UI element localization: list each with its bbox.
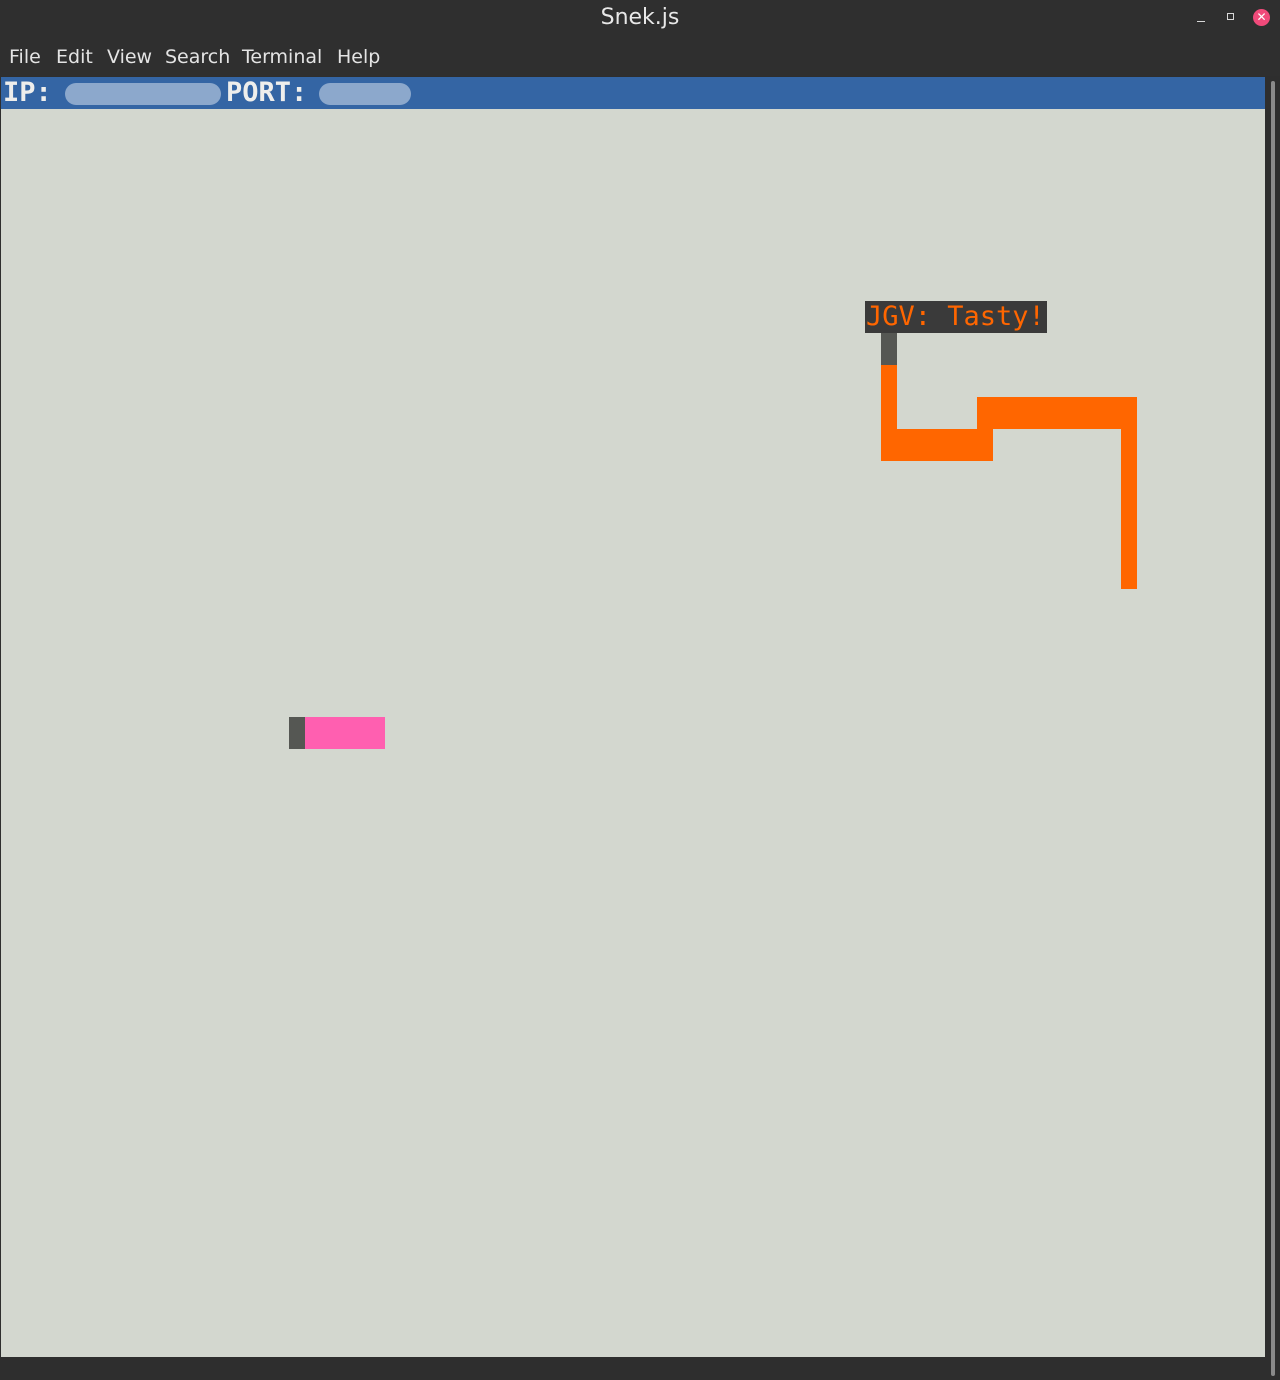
menu-search[interactable]: Search	[165, 46, 230, 68]
orange-snake-segment	[1121, 429, 1137, 589]
menu-terminal[interactable]: Terminal	[242, 46, 322, 68]
maximize-icon	[1227, 13, 1234, 20]
terminal-window: Snek.js ✕ File Edit View Search Terminal…	[0, 0, 1280, 1380]
vertical-scrollbar[interactable]	[1266, 77, 1280, 1380]
minimize-button[interactable]	[1191, 8, 1211, 28]
title-bar[interactable]: Snek.js ✕	[0, 0, 1280, 40]
pink-snake-head	[289, 717, 305, 749]
menu-help[interactable]: Help	[337, 46, 380, 68]
menu-view[interactable]: View	[107, 46, 152, 68]
connection-status-bar: IP: PORT:	[1, 77, 1265, 109]
close-icon: ✕	[1253, 9, 1270, 26]
menu-file[interactable]: File	[9, 46, 41, 68]
port-label: PORT:	[226, 77, 308, 108]
orange-snake-segment	[897, 429, 993, 461]
orange-snake-head	[881, 333, 897, 365]
window-bottom-border	[0, 1357, 1266, 1380]
window-title: Snek.js	[600, 5, 680, 30]
ip-label: IP:	[3, 77, 52, 108]
maximize-button[interactable]	[1221, 8, 1241, 28]
minimize-icon	[1197, 21, 1205, 22]
player-speech-bubble: JGV: Tasty!	[865, 301, 1047, 333]
menu-bar: File Edit View Search Terminal Help	[0, 40, 1280, 76]
terminal-area[interactable]: IP: PORT: JGV: Tasty!	[1, 77, 1265, 1357]
pink-snake-body	[305, 717, 385, 749]
scrollbar-thumb[interactable]	[1271, 81, 1275, 1376]
ip-value-redacted	[65, 83, 221, 105]
orange-snake-segment	[993, 397, 1137, 429]
close-button[interactable]: ✕	[1251, 8, 1271, 28]
menu-edit[interactable]: Edit	[56, 46, 93, 68]
port-value-redacted	[319, 83, 411, 105]
orange-snake-segment	[881, 365, 897, 461]
orange-snake-segment	[977, 397, 993, 429]
